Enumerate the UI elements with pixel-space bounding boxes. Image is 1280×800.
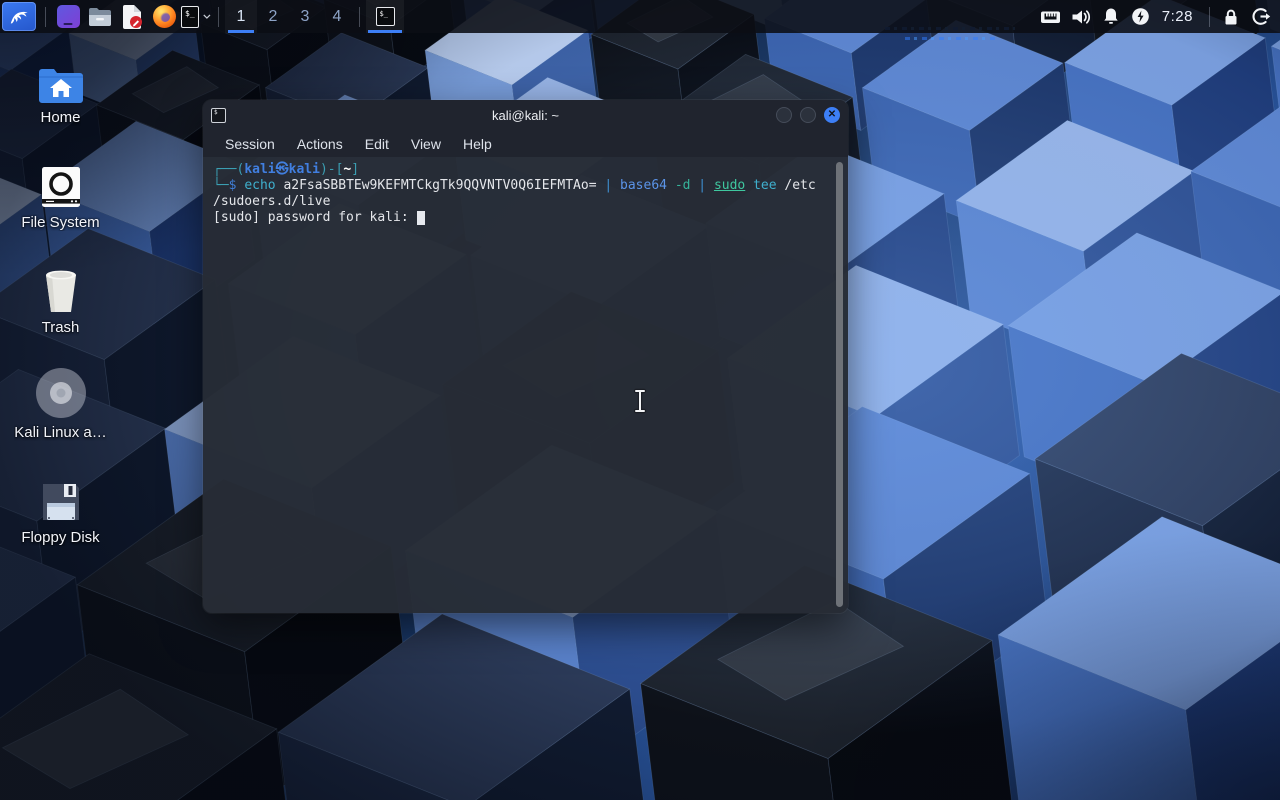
- panel-separator: [1209, 7, 1210, 27]
- workspace-1[interactable]: 1: [225, 0, 257, 33]
- terminal-output[interactable]: ┌──(kali㉿kali)-[~]└─$ echo a2FsaSBBTEw9K…: [203, 157, 848, 613]
- desktop-icon-kali-cd[interactable]: Kali Linux a…: [12, 369, 109, 441]
- launcher-firefox[interactable]: [149, 2, 179, 31]
- kali-menu-button[interactable]: [2, 2, 36, 31]
- close-button[interactable]: ✕: [824, 107, 840, 123]
- launcher-app-grid[interactable]: [53, 2, 83, 31]
- tray-lock-screen[interactable]: [1216, 0, 1246, 33]
- floppy-disk-icon: [39, 480, 83, 524]
- volume-icon: [1071, 8, 1091, 26]
- disc-icon: [35, 367, 87, 419]
- workspace-3[interactable]: 3: [289, 0, 321, 33]
- kali-dragon-icon: [8, 6, 30, 28]
- tray-notifications[interactable]: [1096, 0, 1126, 33]
- menu-actions[interactable]: Actions: [287, 133, 353, 155]
- desktop-icon-label: Floppy Disk: [21, 529, 99, 546]
- wallpaper-glitch-text: [905, 37, 995, 40]
- lock-icon: [1222, 8, 1240, 26]
- launcher-text-editor[interactable]: [117, 2, 147, 31]
- terminal-window: $ kali@kali: ~ ✕ Session Actions Edit Vi…: [203, 100, 848, 613]
- taskbar-terminal-button[interactable]: $_: [366, 0, 404, 33]
- logout-icon: [1252, 7, 1271, 26]
- maximize-button[interactable]: [800, 107, 816, 123]
- terminal-titlebar[interactable]: $ kali@kali: ~ ✕: [203, 100, 848, 130]
- notifications-bell-icon: [1102, 7, 1120, 26]
- menu-edit[interactable]: Edit: [355, 133, 399, 155]
- power-manager-icon: [1131, 7, 1150, 26]
- panel-separator: [359, 7, 360, 27]
- desktop-icon-list: Home File System Trash: [12, 54, 109, 546]
- terminal-scrollbar[interactable]: [836, 162, 843, 607]
- launcher-file-manager[interactable]: [85, 2, 115, 31]
- trash-icon: [38, 268, 84, 314]
- desktop-icon-label: Home: [40, 109, 80, 126]
- file-manager-icon: [88, 7, 112, 27]
- menu-session[interactable]: Session: [215, 133, 285, 155]
- terminal-icon: $: [211, 108, 226, 123]
- workspace-4[interactable]: 4: [321, 0, 353, 33]
- workspace-switcher: 1 2 3 4: [225, 0, 353, 33]
- tray-volume[interactable]: [1066, 0, 1096, 33]
- filesystem-drive-icon: [39, 165, 83, 209]
- desktop-icon-file-system[interactable]: File System: [12, 159, 109, 231]
- workspace-2[interactable]: 2: [257, 0, 289, 33]
- clock[interactable]: 7:28: [1156, 8, 1203, 25]
- menu-help[interactable]: Help: [453, 133, 502, 155]
- desktop-icon-home[interactable]: Home: [12, 54, 109, 126]
- desktop-icon-label: File System: [21, 214, 99, 231]
- minimize-button[interactable]: [776, 107, 792, 123]
- tray-logout[interactable]: [1246, 0, 1276, 33]
- desktop-icon-trash[interactable]: Trash: [12, 264, 109, 336]
- terminal-icon: $_: [181, 6, 199, 28]
- launcher-terminal[interactable]: $_: [181, 2, 211, 31]
- desktop-icon-label: Kali Linux a…: [14, 424, 107, 441]
- tray-network[interactable]: [1036, 0, 1066, 33]
- text-editor-icon: [121, 5, 143, 29]
- tray-power-manager[interactable]: [1126, 0, 1156, 33]
- app-grid-icon: [57, 5, 80, 28]
- network-icon: [1040, 8, 1061, 26]
- terminal-menubar: Session Actions Edit View Help: [203, 130, 848, 157]
- panel-separator: [45, 7, 46, 27]
- terminal-icon: $_: [376, 7, 395, 26]
- panel-separator: [218, 7, 219, 27]
- top-panel: $_ 1 2 3 4 $_: [0, 0, 1280, 33]
- chevron-down-icon: [203, 13, 211, 20]
- menu-view[interactable]: View: [401, 133, 451, 155]
- desktop-icon-floppy[interactable]: Floppy Disk: [12, 474, 109, 546]
- home-folder-icon: [37, 64, 85, 104]
- desktop-icon-label: Trash: [42, 319, 80, 336]
- firefox-icon: [153, 5, 176, 28]
- window-title: kali@kali: ~: [203, 108, 848, 123]
